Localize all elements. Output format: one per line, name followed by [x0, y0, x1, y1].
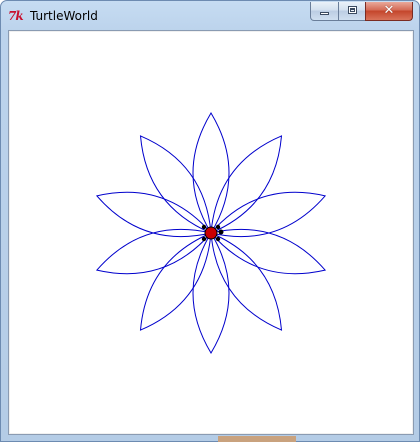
client-area [8, 30, 414, 435]
title-bar[interactable]: 7k TurtleWorld ✕ [1, 1, 419, 30]
flower-petal [192, 232, 230, 354]
turtle-body [204, 226, 218, 240]
turtle-leg [215, 236, 221, 242]
maximize-icon [348, 6, 357, 14]
tk-app-icon[interactable]: 7k [8, 8, 26, 24]
flower-drawing [95, 112, 327, 354]
close-button[interactable]: ✕ [365, 2, 413, 21]
turtle-icon [201, 224, 224, 242]
flower-petal [210, 232, 283, 331]
turtle-leg [201, 236, 207, 242]
minimize-button[interactable] [310, 2, 339, 21]
turtle-canvas[interactable] [10, 32, 412, 433]
minimize-icon [320, 12, 329, 15]
turtle-leg [201, 224, 207, 230]
turtle-head [218, 229, 224, 235]
window-title: TurtleWorld [30, 9, 98, 23]
taskbar-fragment [218, 436, 296, 442]
flower-petal [139, 135, 212, 234]
flower-petal [210, 135, 283, 234]
turtleworld-window: 7k TurtleWorld ✕ [0, 0, 420, 442]
flower-petal [192, 112, 230, 234]
maximize-button[interactable] [338, 2, 366, 21]
close-icon: ✕ [383, 3, 395, 18]
flower-petal [139, 232, 212, 331]
turtle-leg [215, 224, 221, 230]
